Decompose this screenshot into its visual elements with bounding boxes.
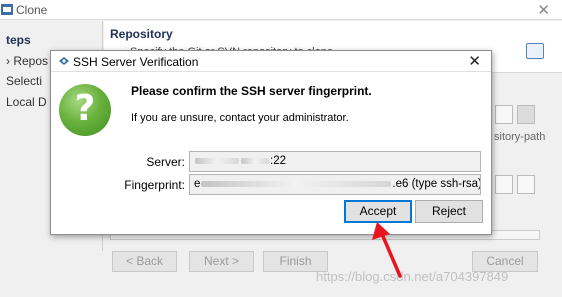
reject-button[interactable]: Reject: [415, 200, 483, 223]
back-button[interactable]: < Back: [112, 251, 177, 272]
eclipse-app-icon: [1, 4, 13, 15]
next-button[interactable]: Next >: [189, 251, 254, 272]
redacted-server-host: [195, 157, 239, 164]
browse-folder-button[interactable]: [517, 175, 535, 194]
branch-dropdown-button[interactable]: [495, 175, 513, 194]
watermark-text: https://blog.csdn.net/a704397849: [316, 269, 509, 284]
step-item-repository[interactable]: › Repos: [6, 54, 48, 68]
confirm-message: Please confirm the SSH server fingerprin…: [131, 84, 372, 98]
dialog-close-icon[interactable]: ✕: [468, 52, 481, 70]
fingerprint-label: Fingerprint:: [124, 178, 185, 192]
eclipse-app-icon: [59, 57, 69, 65]
question-icon: ?: [59, 84, 111, 136]
step-item-selection[interactable]: Selecti: [6, 74, 42, 88]
wizard-header-title: Repository: [110, 27, 173, 41]
repository-path-label: sitory-path: [494, 131, 546, 143]
ssh-verification-dialog: SSH Server Verification ✕ ? Please confi…: [50, 50, 492, 235]
wizard-banner-icon: [526, 43, 544, 59]
clone-window-title: Clone: [16, 3, 48, 17]
clone-close-icon[interactable]: ✕: [537, 1, 550, 19]
step-item-local-destination[interactable]: Local D: [6, 95, 47, 109]
clone-titlebar: Clone ✕: [0, 0, 562, 20]
repo-url-action-button[interactable]: [517, 105, 535, 124]
redacted-fingerprint: [201, 180, 392, 187]
fingerprint-field[interactable]: e .e6 (type ssh-rsa): [189, 174, 481, 195]
server-label: Server:: [146, 155, 185, 169]
server-field[interactable]: :22: [189, 151, 481, 172]
dialog-title: SSH Server Verification: [73, 55, 199, 69]
steps-heading: teps: [6, 33, 31, 47]
red-annotation-arrow: [372, 222, 402, 278]
contact-admin-message: If you are unsure, contact your administ…: [131, 112, 349, 124]
dialog-titlebar: SSH Server Verification ✕: [51, 51, 491, 72]
repo-url-dropdown-button[interactable]: [495, 105, 513, 124]
